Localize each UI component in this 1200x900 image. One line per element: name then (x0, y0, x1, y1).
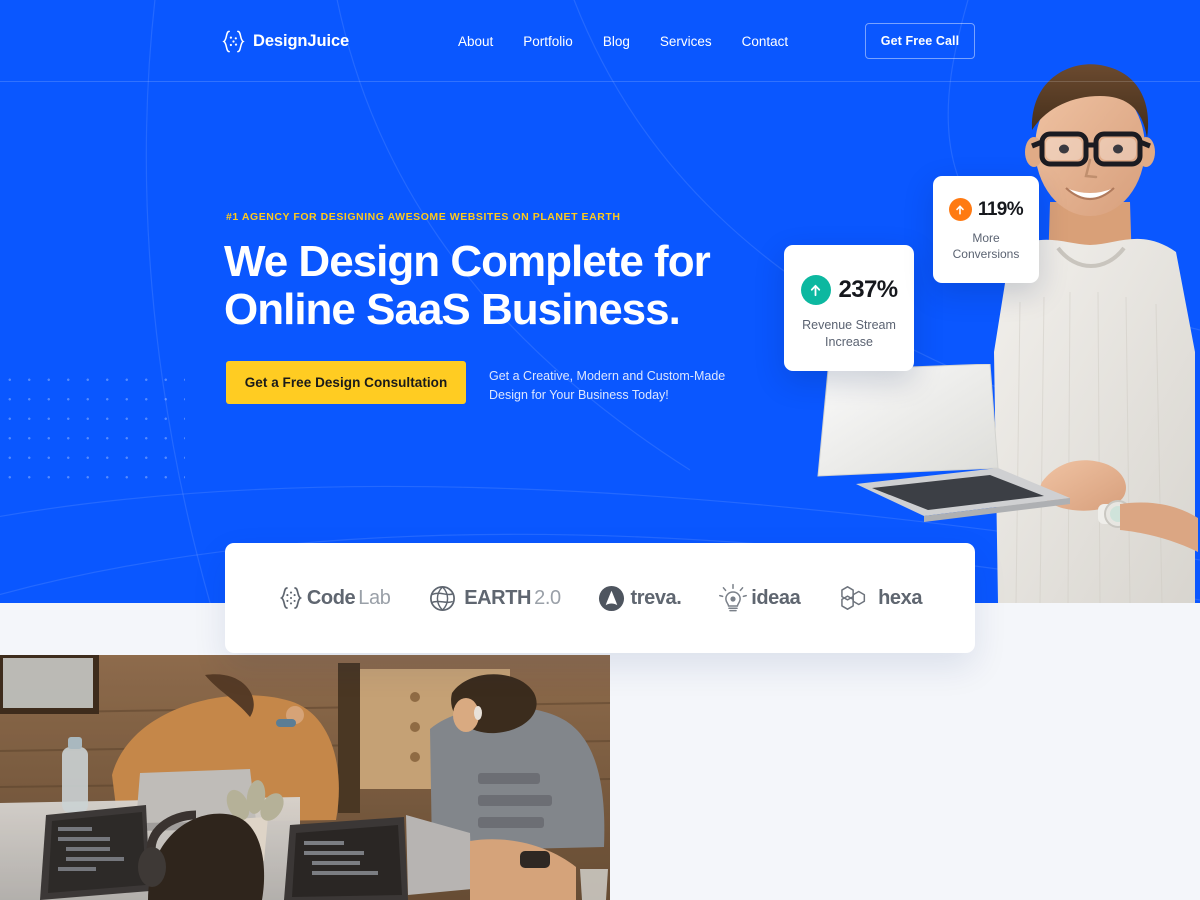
arrow-up-icon (948, 198, 972, 221)
client-logo-treva-name: treva. (630, 586, 682, 609)
client-logo-hexa-name: hexa (878, 586, 923, 609)
nav-item-blog[interactable]: Blog (588, 33, 645, 51)
stat-card-conversions: 119% More Conversions (933, 176, 1039, 283)
lightbulb-icon (719, 583, 748, 612)
stat-card-conversions-label: More Conversions (933, 230, 1039, 262)
client-logo-ideaa[interactable]: ideaa (719, 583, 801, 613)
globe-icon (430, 585, 456, 611)
hero-section: DesignJuice About Portfolio Blog Service… (0, 0, 1200, 603)
stat-card-revenue: 237% Revenue Stream Increase (784, 245, 914, 371)
landing-page: DesignJuice About Portfolio Blog Service… (0, 0, 1200, 900)
circle-arrow-icon (599, 585, 625, 611)
stat-revenue-label-2: Increase (825, 335, 873, 349)
stat-card-conversions-value: 119% (977, 198, 1024, 220)
stat-conversions-label-1: More (972, 231, 1000, 245)
hero-headline: We Design Complete for Online SaaS Busin… (224, 238, 844, 334)
get-free-call-button[interactable]: Get Free Call (865, 23, 975, 59)
hero-headline-line-1: We Design Complete for (224, 237, 711, 286)
free-consultation-button[interactable]: Get a Free Design Consultation (226, 361, 466, 404)
stat-revenue-label-1: Revenue Stream (802, 318, 896, 332)
arrow-up-icon (800, 275, 831, 305)
stat-card-conversions-top: 119% (933, 198, 1039, 221)
stat-card-revenue-value: 237% (838, 276, 899, 303)
stat-card-revenue-label: Revenue Stream Increase (784, 317, 914, 351)
nav-item-portfolio[interactable]: Portfolio (508, 33, 588, 51)
stat-card-revenue-top: 237% (784, 275, 914, 305)
nav-item-contact[interactable]: Contact (727, 33, 804, 51)
brand-name: DesignJuice (253, 32, 350, 50)
client-logo-codelab-name: Code (306, 586, 356, 609)
stat-conversions-label-2: Conversions (952, 247, 1020, 261)
client-logo-earth-name-light: 2.0 (534, 586, 561, 609)
client-logo-hexa[interactable]: hexa (838, 584, 922, 612)
nav-item-about[interactable]: About (443, 33, 508, 51)
client-logo-codelab-name-light: Lab (358, 586, 391, 609)
client-logos-card: Code Lab EARTH 2.0 treva. ideaa hexa (225, 543, 975, 653)
nav-item-services[interactable]: Services (645, 33, 727, 51)
hero-laptop-image (812, 363, 1077, 532)
team-working-photo (0, 655, 610, 900)
client-logo-earth-name: EARTH (464, 586, 532, 609)
brand-logo[interactable]: DesignJuice (221, 29, 349, 54)
hero-subcopy: Get a Creative, Modern and Custom-Made D… (489, 369, 726, 402)
hexagons-icon (841, 586, 866, 610)
main-nav: About Portfolio Blog Services Contact (443, 33, 803, 51)
client-logo-earth[interactable]: EARTH 2.0 (428, 584, 561, 613)
braces-dots-icon (222, 30, 245, 53)
client-logo-treva[interactable]: treva. (598, 585, 682, 612)
braces-dots-icon (279, 587, 302, 609)
client-logo-codelab[interactable]: Code Lab (278, 585, 391, 611)
hero-headline-line-2: Online SaaS Business. (224, 285, 681, 334)
hero-dot-pattern (0, 370, 185, 495)
client-logo-ideaa-name: ideaa (751, 586, 801, 609)
hero-eyebrow: #1 Agency For Designing Awesome Websites… (226, 211, 621, 223)
site-header: DesignJuice About Portfolio Blog Service… (0, 0, 1200, 82)
